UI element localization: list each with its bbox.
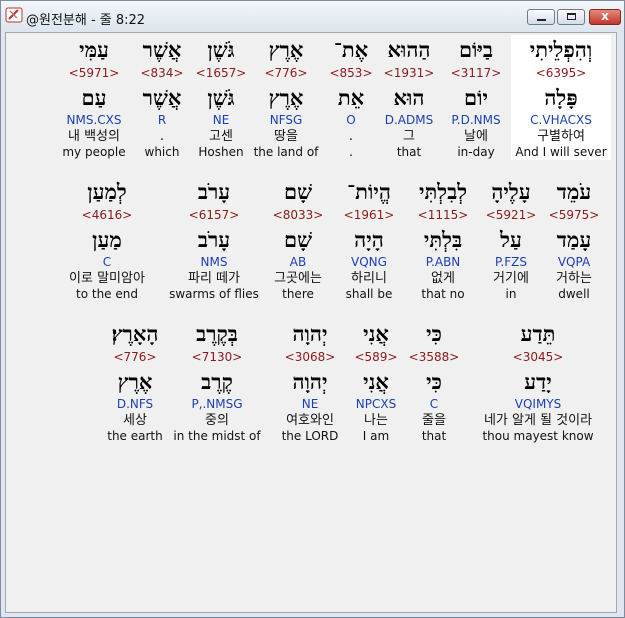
- hebrew-word: עַמִּי: [79, 37, 109, 62]
- hebrew-word: תֵּדַע: [520, 321, 556, 346]
- strong-number[interactable]: <3588>: [400, 349, 468, 365]
- hebrew-lemma: יְהוָה: [292, 369, 328, 394]
- korean-gloss: 여호와인: [286, 413, 334, 428]
- hebrew-lemma: עָרֹב: [197, 227, 231, 252]
- morphology-code: NE: [301, 397, 319, 411]
- close-button[interactable]: x: [589, 9, 621, 25]
- app-window: @원전분해 - 줄 8:22 x וְהִפְלֵיתִי <6395> פָּ…: [0, 0, 625, 618]
- hebrew-word: יְהוָה: [292, 321, 328, 346]
- hebrew-word: הָאָרֶץ׃: [111, 321, 159, 346]
- english-gloss: to the end: [76, 287, 138, 301]
- morphology-code: VQIMYS: [514, 397, 562, 411]
- window-title: @원전분해 - 줄 8:22: [26, 13, 146, 28]
- morphology-code: C: [102, 255, 112, 269]
- app-icon[interactable]: [5, 7, 23, 23]
- morphology-code: NMS.CXS: [66, 113, 122, 127]
- hebrew-word: וְהִפְלֵיתִי: [529, 37, 593, 62]
- english-gloss: swarms of flies: [169, 287, 259, 301]
- hebrew-lemma: יָדַע: [524, 369, 552, 394]
- word-cell[interactable]: וְהִפְלֵיתִי <6395> פָּלָה C.VHACXS 구별하여…: [511, 35, 611, 160]
- korean-gloss: 세상: [123, 413, 147, 428]
- strong-number[interactable]: <6157>: [158, 207, 270, 223]
- hebrew-word: כִּי: [426, 321, 442, 346]
- morphology-code: C.VHACXS: [530, 113, 592, 127]
- korean-gloss: 이로 말미암아: [69, 271, 145, 286]
- korean-gloss: 줄을: [422, 413, 446, 428]
- korean-gloss: 파리 떼가: [188, 271, 240, 286]
- word-cell[interactable]: יְהוָה <3068> יְהוָה NE 여호와인 the LORD: [267, 319, 353, 444]
- strong-number[interactable]: <4616>: [52, 207, 162, 223]
- korean-gloss: 구별하여: [537, 129, 585, 144]
- close-icon: x: [601, 9, 609, 23]
- title-bar[interactable]: @원전분해 - 줄 8:22 x: [1, 1, 624, 31]
- strong-number[interactable]: <776>: [90, 349, 180, 365]
- hebrew-lemma: עַם: [81, 85, 107, 110]
- maximize-button[interactable]: [557, 9, 585, 25]
- morphology-code: D.NFS: [116, 397, 154, 411]
- word-cell[interactable]: כִּי <3588> כִּי C 줄을 that: [400, 319, 468, 444]
- english-gloss: the LORD: [281, 429, 339, 443]
- morphology-code: C: [429, 397, 439, 411]
- minimize-icon: [537, 19, 546, 21]
- hebrew-word: עָרֹב: [197, 179, 231, 204]
- strong-number[interactable]: <3068>: [267, 349, 353, 365]
- hebrew-lemma: פָּלָה: [544, 85, 578, 110]
- korean-gloss: 내 백성의: [68, 129, 120, 144]
- english-gloss: my people: [62, 145, 126, 159]
- maximize-icon: [567, 13, 576, 20]
- english-gloss: the earth: [107, 429, 163, 443]
- word-cell[interactable]: עָרֹב <6157> עָרֹב NMS 파리 떼가 swarms of f…: [158, 177, 270, 302]
- english-gloss: And I will sever: [515, 145, 607, 159]
- interlinear-panel: וְהִפְלֵיתִי <6395> פָּלָה C.VHACXS 구별하여…: [5, 32, 617, 613]
- strong-number[interactable]: <6395>: [511, 65, 611, 81]
- word-cell[interactable]: תֵּדַע <3045> יָדַע VQIMYS 네가 알게 될 것이라 t…: [464, 319, 612, 444]
- word-cell[interactable]: לְמַעַן <4616> מַעַן C 이로 말미암아 to the en…: [52, 177, 162, 302]
- word-cell[interactable]: עַמִּי <5971> עַם NMS.CXS 내 백성의 my peopl…: [49, 35, 139, 160]
- morphology-code: NMS: [200, 255, 228, 269]
- english-gloss: thou mayest know: [482, 429, 594, 443]
- strong-number[interactable]: <3045>: [464, 349, 612, 365]
- hebrew-lemma: כִּי: [426, 369, 442, 394]
- minimize-button[interactable]: [527, 9, 555, 25]
- hebrew-lemma: מַעַן: [92, 227, 122, 252]
- strong-number[interactable]: <5971>: [49, 65, 139, 81]
- hebrew-word: לְמַעַן: [87, 179, 127, 204]
- hebrew-lemma: אֶרֶץ: [117, 369, 153, 394]
- english-gloss: that: [421, 429, 447, 443]
- word-cell[interactable]: הָאָרֶץ׃ <776> אֶרֶץ D.NFS 세상 the earth: [90, 319, 180, 444]
- korean-gloss: 네가 알게 될 것이라: [483, 413, 593, 428]
